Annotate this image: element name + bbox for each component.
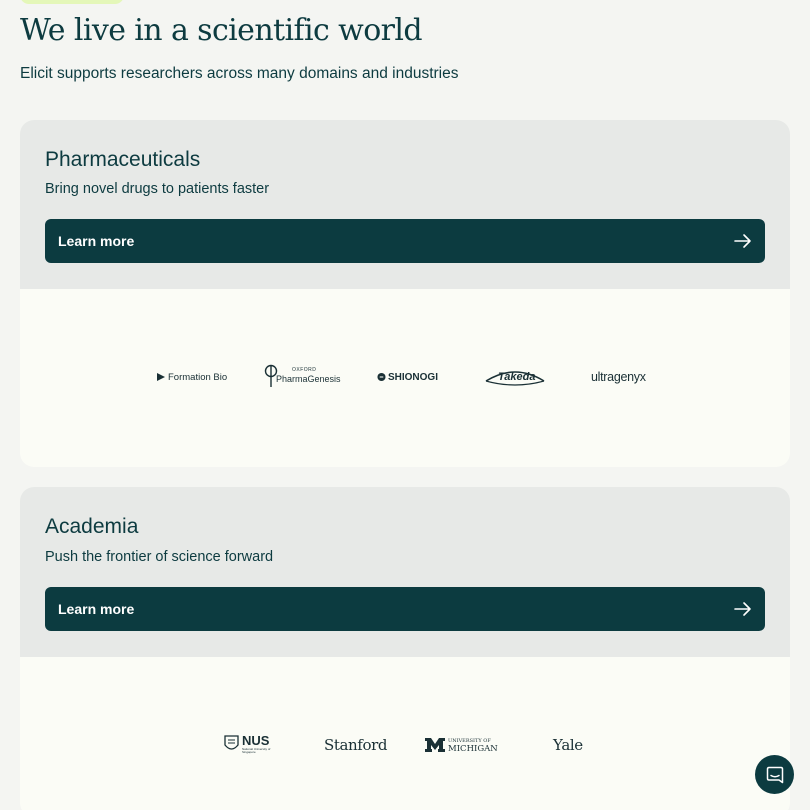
pharmaceuticals-title: Pharmaceuticals [45,148,201,171]
pharmaceuticals-learn-more-button[interactable]: Learn more [45,219,765,263]
chat-bubble-icon [766,766,783,783]
pharmaceuticals-card-header: Pharmaceuticals Bring novel drugs to pat… [20,120,790,289]
michigan-block-m-icon [425,738,445,752]
oxford-pharmagenesis-logo: OXFORD PharmaGenesis [264,364,341,390]
page-title: We live in a scientific world [20,13,423,48]
formation-bio-logo: Formation Bio [157,372,230,383]
academia-card: Academia Push the frontier of science fo… [20,487,790,810]
page-subtitle: Elicit supports researchers across many … [20,65,459,82]
arrow-right-icon [734,234,751,248]
academia-logo-row: NUS National University of Singapore Sta… [20,730,790,760]
formation-bio-mark-icon [157,373,165,381]
pharmaceuticals-logo-row: Formation Bio OXFORD PharmaGenesis SHION… [20,360,790,394]
arrow-right-icon [734,602,751,616]
shionogi-logo: SHIONOGI [377,372,438,383]
pharmaceuticals-card: Pharmaceuticals Bring novel drugs to pat… [20,120,790,467]
chat-launcher-button[interactable] [755,755,794,794]
yale-logo: Yale [553,736,583,754]
stanford-logo: Stanford [324,736,388,754]
ultragenyx-logo: ultragenyx [591,370,646,384]
academia-title: Academia [45,515,139,538]
nus-logo: NUS National University of Singapore [224,733,274,757]
takeda-logo: Takeda [484,367,546,387]
top-badge-pill [20,0,124,4]
nus-crest-icon [224,735,239,750]
academia-learn-more-button[interactable]: Learn more [45,587,765,631]
university-of-michigan-logo: UNIVERSITY OF MICHIGAN [425,735,499,755]
shionogi-mark-icon [377,372,386,382]
learn-more-label: Learn more [58,233,135,249]
academia-card-header: Academia Push the frontier of science fo… [20,487,790,657]
learn-more-label: Learn more [58,601,135,617]
academia-description: Push the frontier of science forward [45,549,274,565]
pharmaceuticals-description: Bring novel drugs to patients faster [45,181,270,197]
